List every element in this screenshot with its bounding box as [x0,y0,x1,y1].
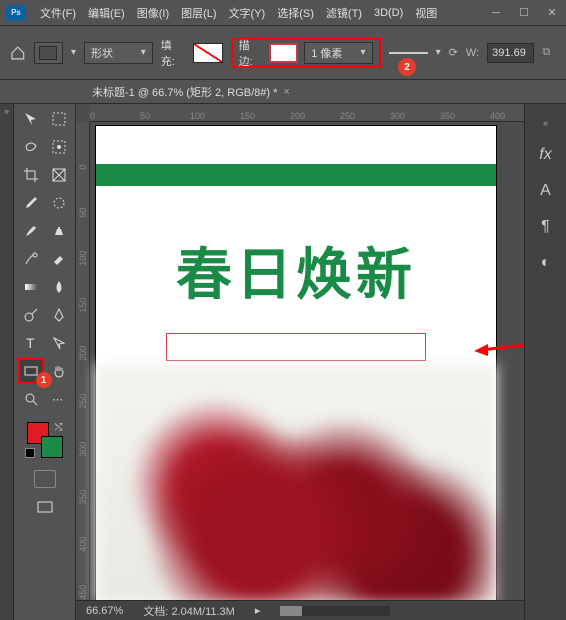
document-canvas[interactable]: 春日焕新 [96,126,496,604]
callout-badge-1: 1 [36,372,52,388]
chevron-left-icon[interactable]: « [543,118,548,128]
menu-filter[interactable]: 滤镜(T) [320,5,368,21]
doc-info-size: 2.04M/11.3M [171,606,234,618]
stroke-style-preview[interactable] [389,52,428,54]
brush-tool[interactable] [18,218,44,244]
dodge-tool[interactable] [18,302,44,328]
document-tab[interactable]: 未标题-1 @ 66.7% (矩形 2, RGB/8#) * × [84,84,298,100]
gradient-tool[interactable] [18,274,44,300]
stroke-label: 描边: [239,37,263,69]
home-icon[interactable] [10,46,26,60]
canvas-area: 050100 150200250 300350400 450500550 600… [76,104,524,620]
background-color[interactable] [41,436,63,458]
close-button[interactable]: ✕ [538,0,566,26]
callout-badge-2: 2 [398,58,416,76]
crop-tool[interactable] [18,162,44,188]
fill-label: 填充: [161,37,186,69]
blur-tool[interactable] [46,274,72,300]
menu-view[interactable]: 视图 [409,5,443,21]
swap-colors-icon[interactable]: ⤭ [55,422,63,433]
width-input[interactable]: 391.69 [487,43,534,63]
annotation-arrow [474,336,524,356]
clone-stamp-tool[interactable] [46,218,72,244]
status-chevron-icon[interactable]: ▸ [255,604,261,617]
zoom-tool[interactable] [18,386,44,412]
document-tab-bar: 未标题-1 @ 66.7% (矩形 2, RGB/8#) * × [0,80,566,104]
toolbox: T 1 ⋯ ⤭ [14,104,76,620]
tool-preset-dropdown[interactable] [34,42,63,64]
fill-swatch[interactable] [193,43,222,63]
chevron-right-icon[interactable]: » [4,106,9,116]
width-value: 391.69 [492,47,526,59]
marquee-tool[interactable] [46,106,72,132]
paragraph-panel-icon[interactable]: ¶ [541,218,550,236]
status-bar: 66.67% 文档: 2.04M/11.3M ▸ [76,600,524,620]
chevron-down-icon: ▾ [71,47,76,58]
menu-image[interactable]: 图像(I) [131,5,175,21]
pen-tool[interactable] [46,302,72,328]
maximize-button[interactable]: ☐ [510,0,538,26]
workspace: » T 1 ⋯ [0,104,566,620]
rectangle-tool[interactable]: 1 [18,358,44,384]
spot-heal-tool[interactable] [46,190,72,216]
fx-panel-icon[interactable]: fx [539,146,551,164]
adjustments-panel-icon[interactable]: ◐ [541,254,551,272]
drawn-rectangle-shape[interactable] [166,333,426,361]
document-tab-title: 未标题-1 @ 66.7% (矩形 2, RGB/8#) * [92,84,277,100]
color-swatches: ⤭ [25,422,65,458]
menu-type[interactable]: 文字(Y) [223,5,272,21]
menu-bar: Ps 文件(F) 编辑(E) 图像(I) 图层(L) 文字(Y) 选择(S) 滤… [0,0,566,26]
window-controls: ─ ☐ ✕ [482,0,566,26]
move-tool[interactable] [18,106,44,132]
minimize-button[interactable]: ─ [482,0,510,26]
headline-text: 春日焕新 [96,230,496,311]
menu-layer[interactable]: 图层(L) [175,5,222,21]
eyedropper-tool[interactable] [18,190,44,216]
link-icon[interactable]: ⧉ [542,46,556,60]
menu-edit[interactable]: 编辑(E) [82,5,131,21]
quick-mask-toggle[interactable] [34,470,56,488]
ruler-horizontal: 050100 150200250 300350400 450500550 600… [90,104,524,122]
quick-select-tool[interactable] [46,134,72,160]
screen-mode-toggle[interactable] [32,494,58,520]
left-gutter: » [0,104,14,620]
menu-select[interactable]: 选择(S) [271,5,320,21]
right-panel-collapsed: « fx A ¶ ◐ [524,104,566,620]
chevron-down-icon: ▾ [436,47,441,58]
default-colors-icon[interactable] [25,448,35,458]
doc-info-label: 文档: [143,606,168,618]
app-logo: Ps [6,5,26,21]
lasso-tool[interactable] [18,134,44,160]
character-panel-icon[interactable]: A [540,182,551,200]
stroke-width-dropdown[interactable]: 1 像素 ▾ [304,42,372,64]
chevron-down-icon: ▾ [141,47,146,58]
zoom-level[interactable]: 66.67% [86,605,123,617]
stroke-group-highlighted: 描边: 1 像素 ▾ [231,38,381,68]
svg-text:T: T [26,335,35,351]
options-bar: ▾ 形状 ▾ 填充: 描边: 1 像素 ▾ ▾ ⟳ W: 391.69 ⧉ [0,26,566,80]
green-header-bar [96,164,496,186]
path-select-tool[interactable] [46,330,72,356]
frame-tool[interactable] [46,162,72,188]
type-tool[interactable]: T [18,330,44,356]
history-brush-tool[interactable] [18,246,44,272]
eraser-tool[interactable] [46,246,72,272]
status-progress [280,606,390,616]
shape-mode-dropdown[interactable]: 形状 ▾ [84,42,153,64]
refresh-icon[interactable]: ⟳ [449,46,458,59]
menu-3d[interactable]: 3D(D) [368,7,409,19]
stroke-swatch[interactable] [269,43,298,63]
shape-mode-label: 形状 [91,45,113,61]
chevron-down-icon: ▾ [361,47,366,58]
menu-file[interactable]: 文件(F) [34,5,82,21]
edit-toolbar[interactable]: ⋯ [46,386,72,412]
ruler-vertical: 050100 150200250 300350400 450 [76,122,90,600]
background-photo [96,364,496,604]
close-tab-icon[interactable]: × [283,86,289,98]
width-label: W: [466,47,479,59]
stroke-width-value: 1 像素 [311,45,342,61]
